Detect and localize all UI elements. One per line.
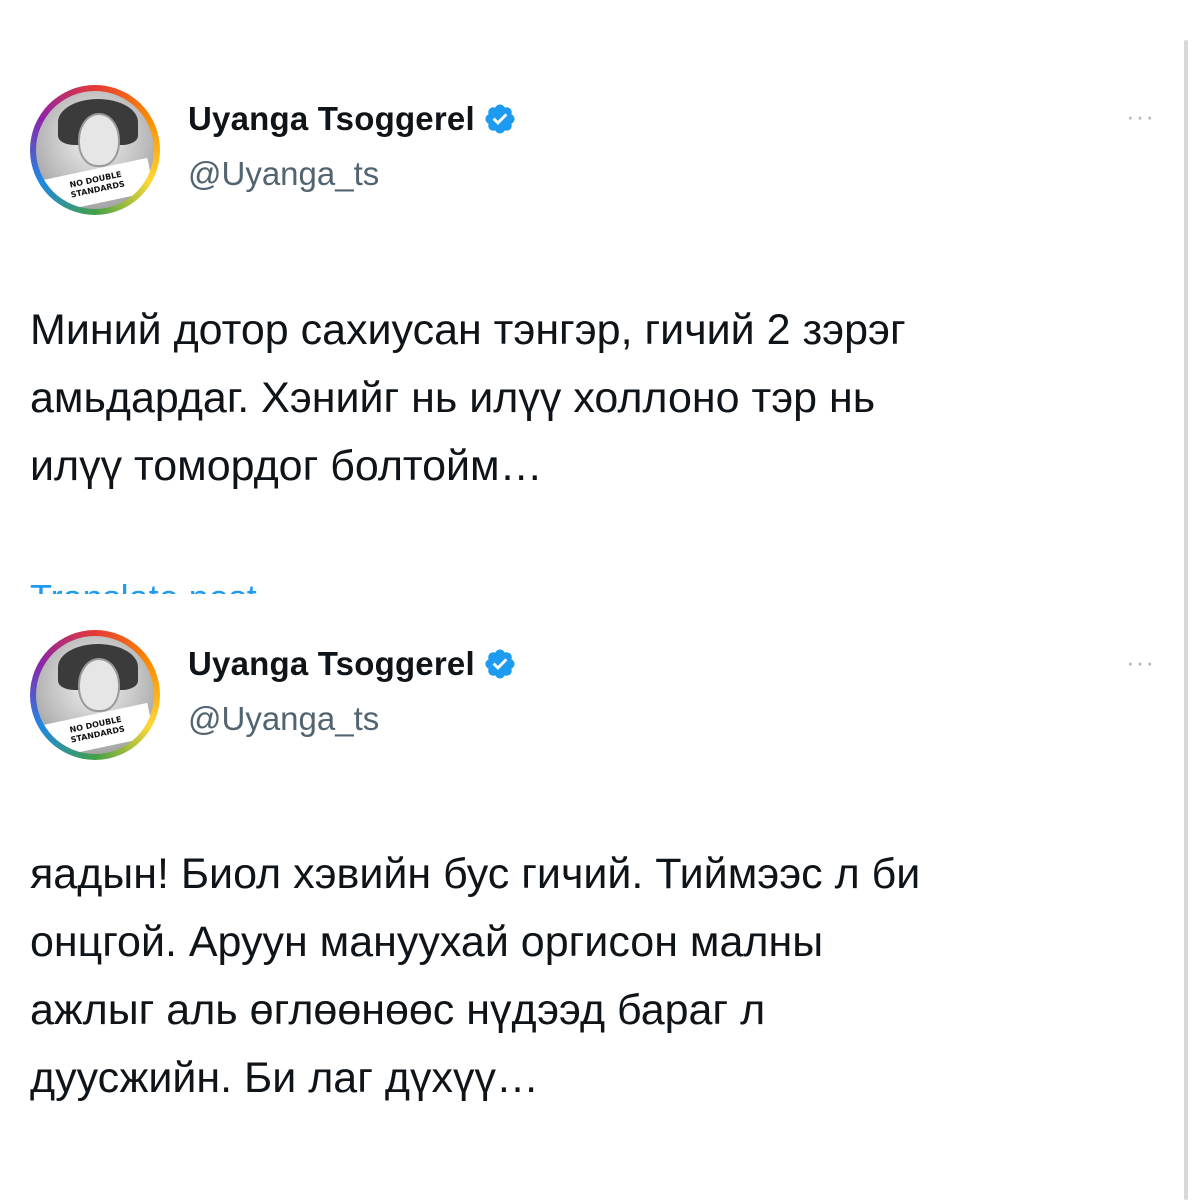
author-name[interactable]: Uyanga Tsoggerel: [188, 645, 517, 683]
author-handle[interactable]: @Uyanga_ts: [188, 700, 379, 738]
verified-badge-icon: [485, 104, 515, 134]
author-name[interactable]: Uyanga Tsoggerel: [188, 100, 517, 138]
avatar-photo: NO DOUBLE STANDARDS: [36, 91, 154, 209]
tweet-text: яадын! Биол хэвийн бус гичий. Тиймээс л …: [30, 850, 921, 1102]
scrollbar[interactable]: [1184, 40, 1188, 1200]
avatar-face: [78, 658, 120, 712]
more-options-icon[interactable]: ···: [1126, 649, 1155, 675]
author-handle[interactable]: @Uyanga_ts: [188, 155, 379, 193]
more-options-icon[interactable]: ···: [1126, 103, 1155, 129]
avatar-photo: NO DOUBLE STANDARDS: [36, 636, 154, 754]
author-name-text[interactable]: Uyanga Tsoggerel: [188, 645, 475, 683]
verified-badge-icon: [485, 649, 515, 679]
avatar[interactable]: NO DOUBLE STANDARDS: [30, 85, 160, 215]
tweet-text: Миний дотор сахиусан тэнгэр, гичий 2 зэр…: [30, 306, 906, 490]
translate-post-link[interactable]: Translate post: [30, 580, 257, 594]
avatar-face: [78, 113, 120, 167]
tweet-2[interactable]: NO DOUBLE STANDARDS Uyanga Tsoggerel @Uy…: [0, 600, 1180, 1200]
tweet-1[interactable]: NO DOUBLE STANDARDS Uyanga Tsoggerel @Uy…: [0, 0, 1180, 594]
avatar[interactable]: NO DOUBLE STANDARDS: [30, 630, 160, 760]
author-name-text[interactable]: Uyanga Tsoggerel: [188, 100, 475, 138]
